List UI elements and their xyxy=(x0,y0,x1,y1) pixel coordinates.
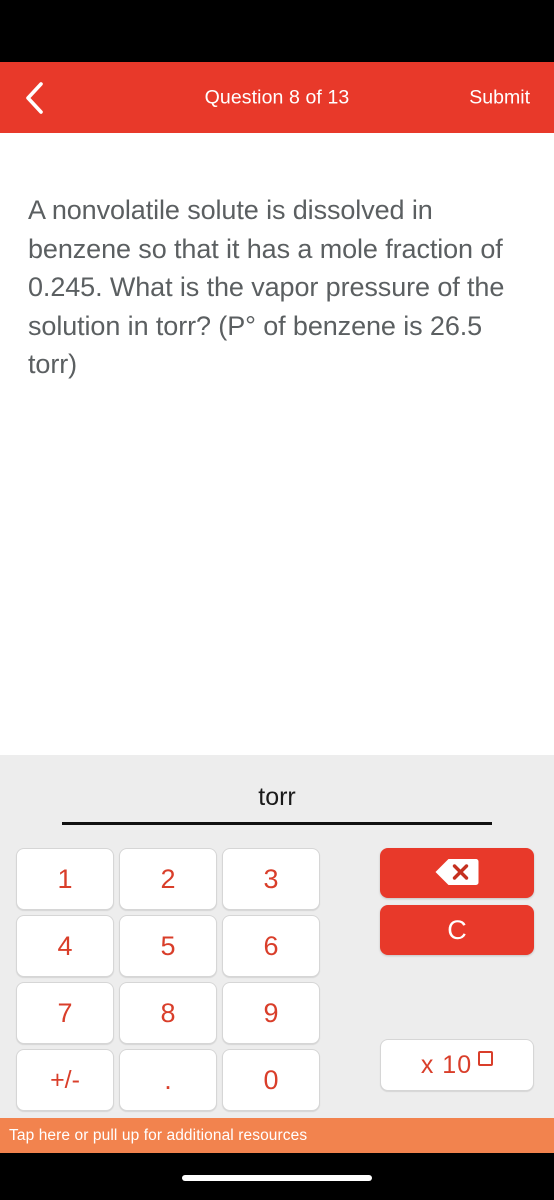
key-decimal[interactable]: . xyxy=(119,1049,217,1111)
key-1[interactable]: 1 xyxy=(16,848,114,910)
phone-screen: Question 8 of 13 Submit A nonvolatile so… xyxy=(0,0,554,1200)
calculator-panel: torr 1 2 3 4 5 6 7 8 9 +/- . 0 C x 10 xyxy=(0,755,554,1118)
home-indicator-area xyxy=(0,1153,554,1200)
backspace-button[interactable] xyxy=(380,848,534,898)
clear-button[interactable]: C xyxy=(380,905,534,955)
exponent-placeholder-box xyxy=(478,1050,494,1066)
key-5[interactable]: 5 xyxy=(119,915,217,977)
key-7[interactable]: 7 xyxy=(16,982,114,1044)
answer-input-row[interactable]: torr xyxy=(62,777,492,825)
key-2[interactable]: 2 xyxy=(119,848,217,910)
key-9[interactable]: 9 xyxy=(222,982,320,1044)
question-text: A nonvolatile solute is dissolved in ben… xyxy=(28,195,505,379)
backspace-icon xyxy=(434,857,480,890)
question-area: A nonvolatile solute is dissolved in ben… xyxy=(0,133,554,755)
additional-resources-label: Tap here or pull up for additional resou… xyxy=(9,1126,308,1144)
exponent-button[interactable]: x 10 xyxy=(380,1039,534,1091)
key-4[interactable]: 4 xyxy=(16,915,114,977)
key-3[interactable]: 3 xyxy=(222,848,320,910)
submit-button[interactable]: Submit xyxy=(467,82,532,113)
exponent-label: x 10 xyxy=(420,1050,473,1079)
answer-unit-label: torr xyxy=(258,783,296,811)
status-bar xyxy=(0,0,554,62)
additional-resources-bar[interactable]: Tap here or pull up for additional resou… xyxy=(0,1118,554,1153)
chevron-left-icon[interactable] xyxy=(8,71,62,125)
key-8[interactable]: 8 xyxy=(119,982,217,1044)
key-sign[interactable]: +/- xyxy=(16,1049,114,1111)
key-6[interactable]: 6 xyxy=(222,915,320,977)
key-0[interactable]: 0 xyxy=(222,1049,320,1111)
home-indicator[interactable] xyxy=(182,1175,372,1181)
answer-underline xyxy=(62,822,492,825)
navigation-bar: Question 8 of 13 Submit xyxy=(0,62,554,133)
number-keypad: 1 2 3 4 5 6 7 8 9 +/- . 0 xyxy=(16,848,320,1111)
